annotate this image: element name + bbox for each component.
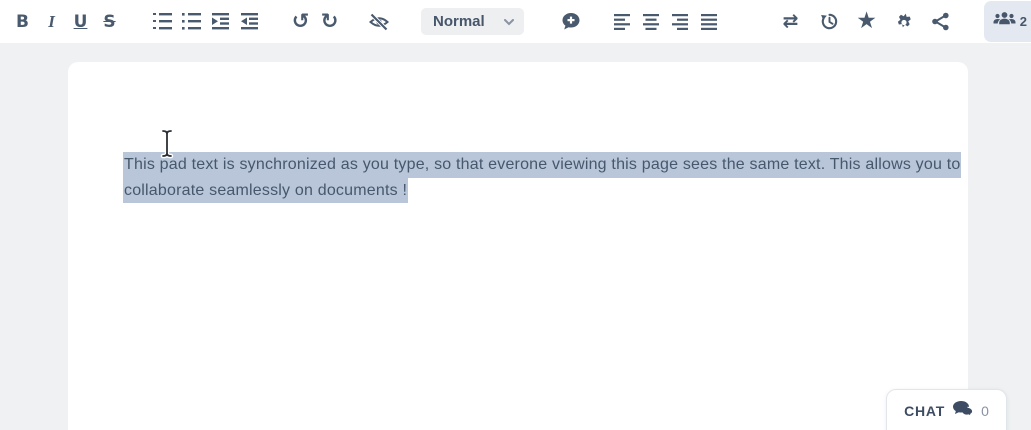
chat-bubbles-icon	[952, 400, 974, 422]
redo-icon[interactable]: ↻	[315, 7, 344, 37]
editor-toolbar: B I U S ↺ ↻ Normal ⇄ ★ 2	[0, 0, 1031, 43]
align-left-icon[interactable]	[607, 7, 636, 37]
unordered-list-icon[interactable]	[177, 7, 206, 37]
switch-pad-swap-icon[interactable]: ⇄	[776, 7, 805, 37]
share-icon[interactable]	[926, 7, 955, 37]
paragraph-style-value: Normal	[433, 13, 485, 30]
connected-users-button[interactable]: 2	[983, 1, 1031, 42]
users-group-icon	[993, 10, 1016, 33]
align-center-icon[interactable]	[636, 7, 665, 37]
settings-gear-icon[interactable]	[889, 7, 918, 37]
history-icon[interactable]	[815, 7, 844, 37]
add-comment-icon[interactable]	[556, 7, 585, 37]
bold-button[interactable]: B	[8, 7, 37, 37]
chat-toggle-button[interactable]: CHAT 0	[886, 389, 1007, 430]
hide-authorship-eye-off-icon[interactable]	[364, 7, 393, 37]
indent-icon[interactable]	[206, 7, 235, 37]
chevron-down-icon	[504, 13, 514, 30]
users-count: 2	[1019, 14, 1027, 29]
align-right-icon[interactable]	[665, 7, 694, 37]
ordered-list-icon[interactable]	[148, 7, 177, 37]
chat-label: CHAT	[904, 403, 946, 419]
outdent-icon[interactable]	[235, 7, 264, 37]
pad-editor-surface[interactable]: This pad text is synchronized as you typ…	[123, 152, 962, 203]
underline-button[interactable]: U	[66, 7, 95, 37]
undo-icon[interactable]: ↺	[286, 7, 315, 37]
selected-text-line[interactable]: This pad text is synchronized as you typ…	[123, 152, 962, 178]
star-favorite-icon[interactable]: ★	[852, 7, 881, 37]
chat-unread-count: 0	[981, 403, 989, 419]
align-justify-icon[interactable]	[694, 7, 723, 37]
pad-document-card: This pad text is synchronized as you typ…	[68, 62, 968, 430]
strikethrough-button[interactable]: S	[95, 7, 124, 37]
italic-button[interactable]: I	[37, 7, 66, 37]
paragraph-style-dropdown[interactable]: Normal	[421, 8, 524, 35]
selected-text-line[interactable]: collaborate seamlessly on documents !	[123, 177, 409, 203]
